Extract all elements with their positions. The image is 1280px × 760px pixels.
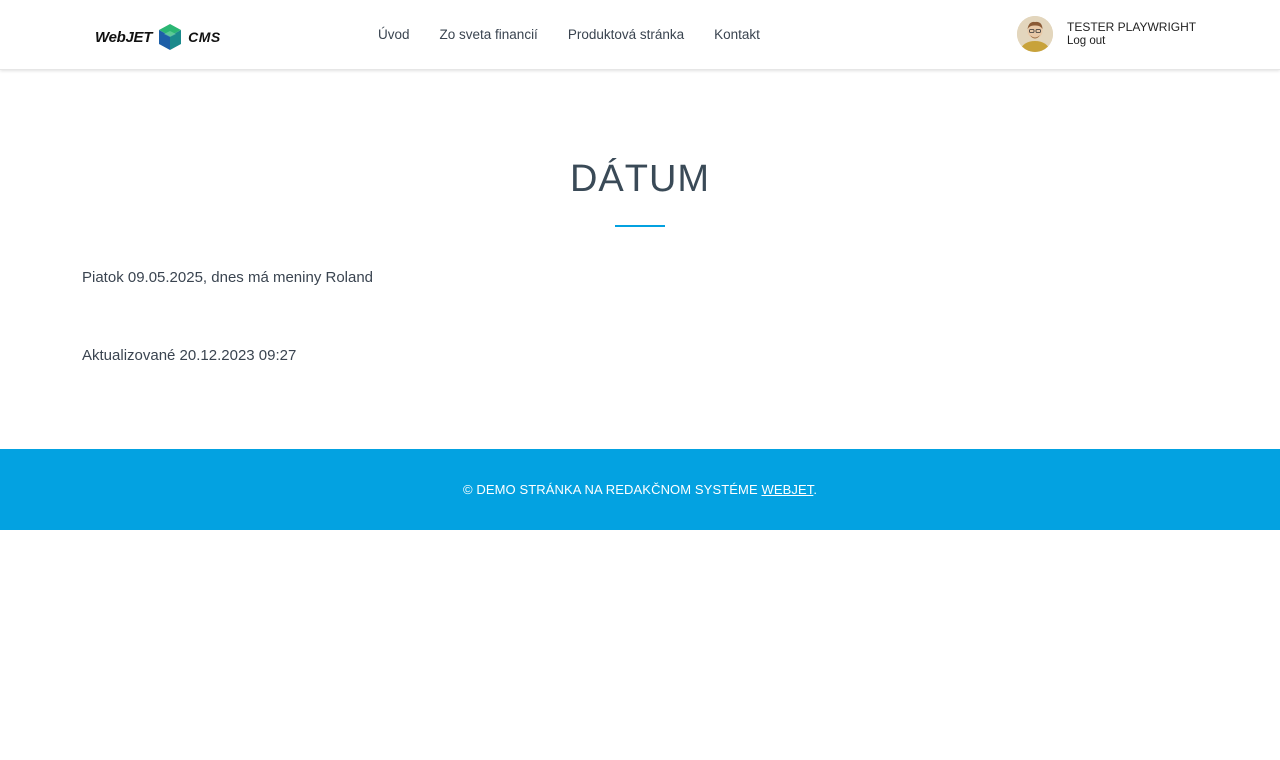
logo-webjet-text: WebJET (95, 28, 153, 46)
logo-cms-text: CMS (188, 29, 221, 45)
main-navigation: Úvod Zo sveta financií Produktová stránk… (378, 27, 790, 43)
updated-timestamp-text: Aktualizované 20.12.2023 09:27 (82, 347, 297, 364)
user-name: TESTER PLAYWRIGHT (1067, 20, 1197, 34)
logout-link[interactable]: Log out (1067, 34, 1196, 48)
date-nameday-text: Piatok 09.05.2025, dnes má meniny Roland (82, 269, 374, 286)
footer-copyright-text: © DEMO STRÁNKA NA REDAKČNOM SYSTÉME (462, 482, 762, 497)
page-title: DÁTUM (569, 158, 711, 200)
title-underline-divider (615, 225, 665, 227)
nav-item-zo-sveta-financii[interactable]: Zo sveta financií (440, 27, 538, 43)
footer-period: . (813, 482, 818, 497)
footer-webjet-link[interactable]: WEBJET (761, 482, 813, 497)
avatar-person-icon (1017, 16, 1053, 52)
cube-logo-icon (159, 24, 182, 50)
user-panel: TESTER PLAYWRIGHT Log out (1017, 16, 1196, 52)
footer-copyright: © DEMO STRÁNKA NA REDAKČNOM SYSTÉME WEBJ… (463, 482, 817, 497)
site-footer: © DEMO STRÁNKA NA REDAKČNOM SYSTÉME WEBJ… (0, 449, 1280, 530)
site-header: WebJET CMS Úvod Zo sveta financií Produk… (0, 0, 1280, 70)
nav-item-produktova-stranka[interactable]: Produktová stránka (568, 27, 684, 43)
user-info: TESTER PLAYWRIGHT Log out (1067, 20, 1196, 48)
nav-item-uvod[interactable]: Úvod (378, 27, 410, 43)
nav-item-kontakt[interactable]: Kontakt (714, 27, 760, 43)
webjet-cms-logo[interactable]: WebJET CMS (95, 22, 235, 52)
user-avatar[interactable] (1017, 16, 1053, 52)
